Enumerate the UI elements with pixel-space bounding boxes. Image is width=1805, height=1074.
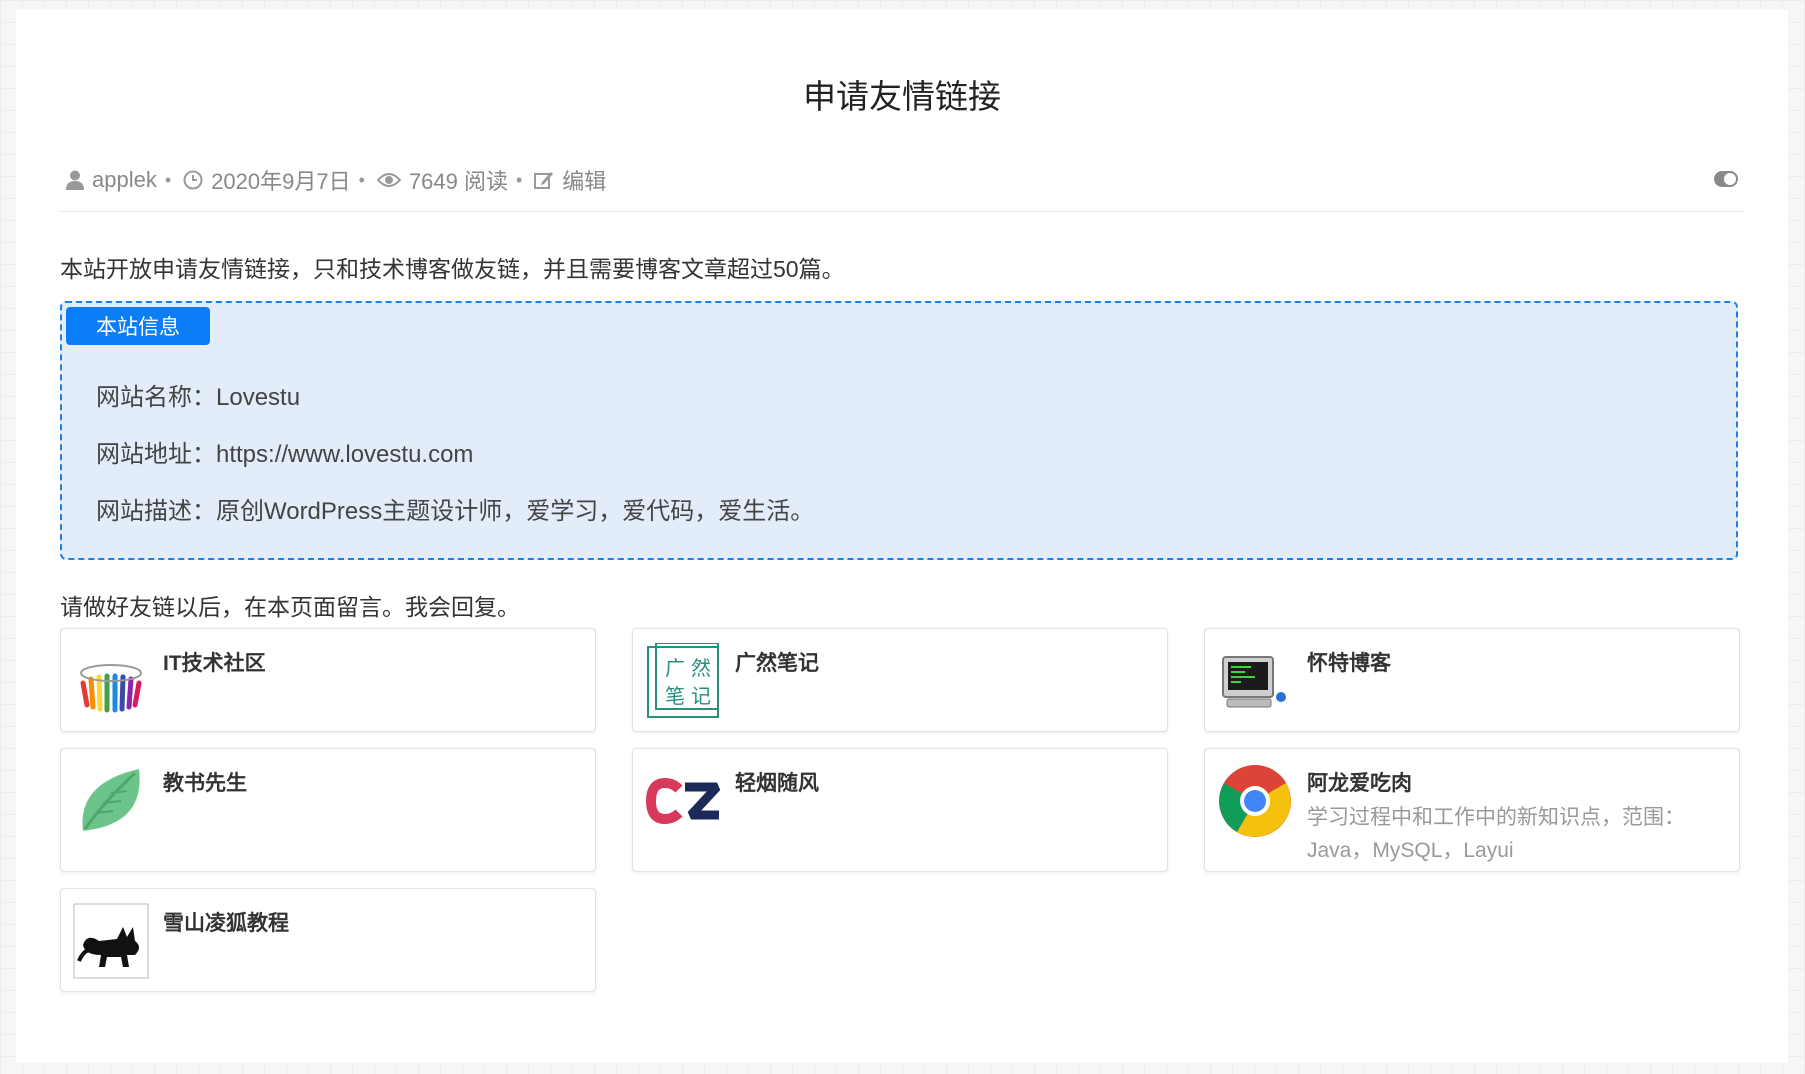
user-icon — [66, 170, 84, 190]
fox-logo — [73, 903, 149, 979]
friend-link-card[interactable]: 怀特博客 — [1204, 628, 1740, 732]
link-name: 怀特博客 — [1307, 652, 1391, 675]
meta-views: 7649 阅读 — [376, 164, 508, 196]
edit-label: 编辑 — [562, 169, 607, 194]
site-info-badge: 本站信息 — [66, 307, 210, 345]
chrome-logo — [1217, 763, 1293, 839]
link-name: 教书先生 — [163, 772, 247, 795]
green-leaf-logo — [73, 763, 149, 839]
cz-logo — [645, 763, 721, 839]
site-info-box: 本站信息 网站名称：Lovestu 网站地址：https://www.loves… — [60, 301, 1738, 560]
article-meta: applek • 2020年9月7日 • 7649 阅读 • 编辑 — [66, 165, 1738, 195]
site-desc-line: 网站描述：原创WordPress主题设计师，爱学习，爱代码，爱生活。 — [96, 498, 815, 525]
meta-date: 2020年9月7日 — [183, 164, 351, 196]
friend-link-card[interactable]: 广 然 笔 记 广然笔记 — [632, 628, 1168, 732]
computer-monitor-logo — [1217, 643, 1293, 719]
meta-separator: • — [515, 169, 523, 190]
guangran-notes-logo: 广 然 笔 记 — [645, 642, 721, 719]
divider — [60, 211, 1744, 212]
svg-text:然: 然 — [691, 656, 711, 680]
svg-text:笔: 笔 — [665, 684, 685, 708]
meta-separator: • — [164, 169, 172, 190]
link-desc: 学习过程中和工作中的新知识点，范围：Java，MySQL，Layui — [1307, 806, 1685, 862]
view-count: 7649 阅读 — [408, 169, 508, 194]
intro-text: 本站开放申请友情链接，只和技术博客做友链，并且需要博客文章超过50篇。 — [60, 256, 845, 282]
toggle-icon[interactable] — [1714, 171, 1738, 187]
clock-icon — [183, 170, 203, 190]
publish-date: 2020年9月7日 — [211, 169, 351, 194]
link-name: 雪山凌狐教程 — [163, 912, 289, 935]
outro-text: 请做好友链以后，在本页面留言。我会回复。 — [60, 594, 520, 620]
link-name: 广然笔记 — [735, 652, 819, 675]
friend-link-card[interactable]: 阿龙爱吃肉 学习过程中和工作中的新知识点，范围：Java，MySQL，Layui — [1204, 748, 1740, 872]
friend-link-card[interactable]: 轻烟随风 — [632, 748, 1168, 872]
friend-link-card[interactable]: 雪山凌狐教程 — [60, 888, 596, 992]
rainbow-people-logo — [73, 643, 149, 719]
link-name: 阿龙爱吃肉 — [1307, 772, 1412, 795]
svg-text:广: 广 — [665, 656, 685, 680]
author-name: applek — [92, 167, 157, 192]
site-url-line: 网站地址：https://www.lovestu.com — [96, 441, 474, 468]
friend-link-card[interactable]: 教书先生 — [60, 748, 596, 872]
link-name: IT技术社区 — [163, 652, 266, 675]
link-name: 轻烟随风 — [735, 772, 819, 795]
meta-separator: • — [358, 169, 365, 190]
edit-link[interactable]: 编辑 — [534, 164, 606, 196]
site-name-line: 网站名称：Lovestu — [96, 384, 301, 411]
meta-author[interactable]: applek — [66, 167, 157, 193]
friend-link-card[interactable]: IT技术社区 — [60, 628, 596, 732]
edit-icon — [534, 172, 554, 189]
svg-text:记: 记 — [691, 684, 711, 708]
eye-icon — [376, 173, 401, 187]
article-card: 申请友情链接 applek • 2020年9月7日 • 7649 阅读 • 编辑… — [16, 10, 1788, 1062]
page-title: 申请友情链接 — [803, 78, 1001, 115]
